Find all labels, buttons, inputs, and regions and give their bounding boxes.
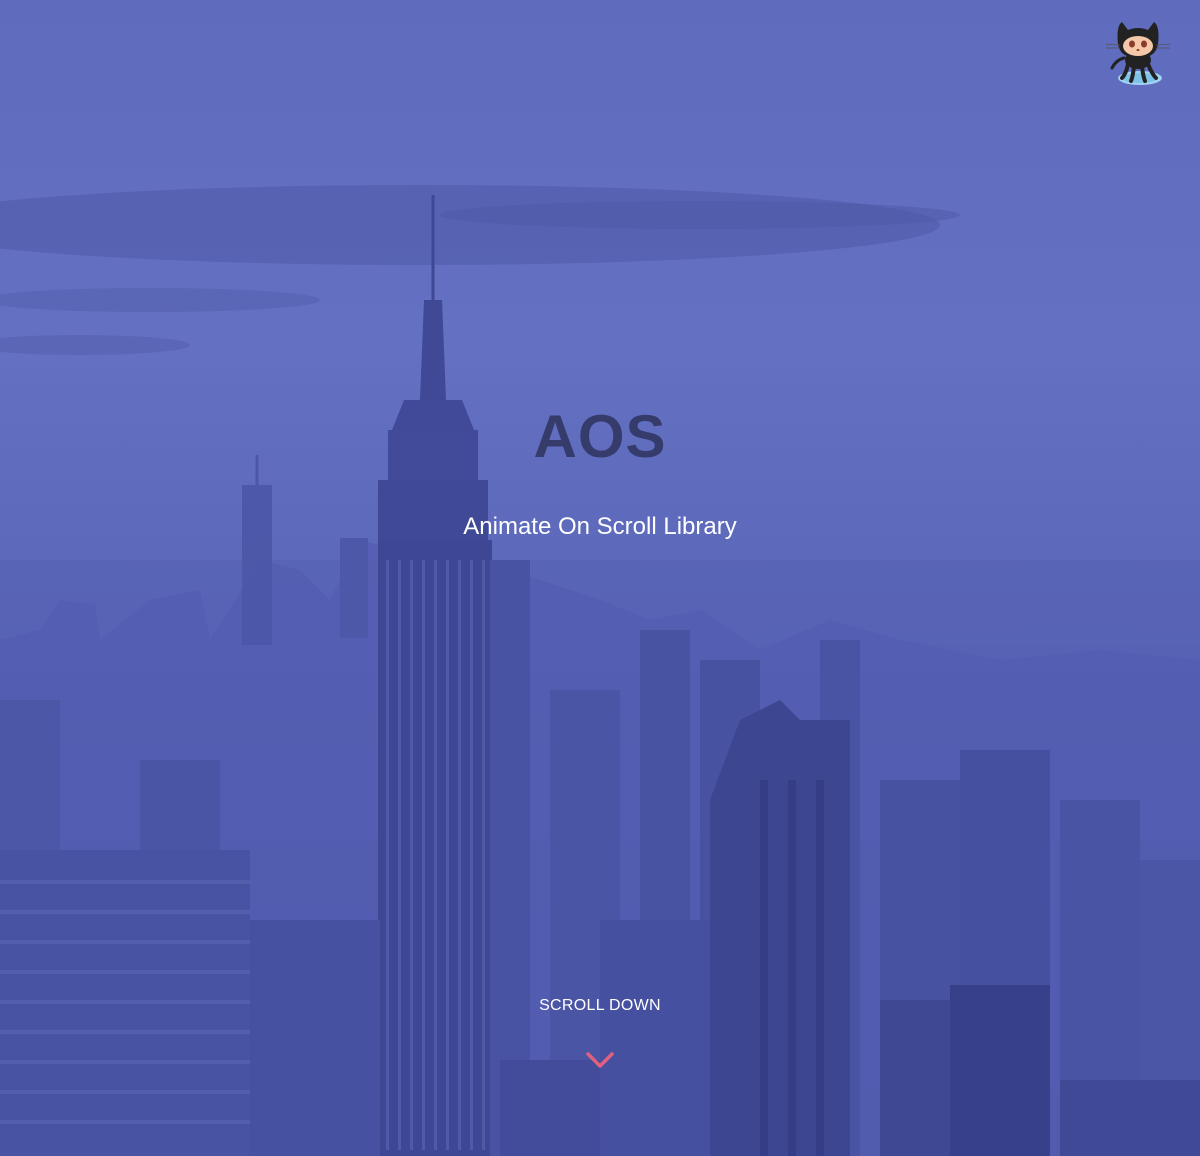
page-title: AOS [533,403,667,470]
city-skyline-background [0,185,1200,1156]
octocat-icon [1105,22,1171,85]
chevron-down-icon [586,1052,614,1068]
scroll-down-link[interactable]: SCROLL DOWN [500,996,700,1016]
github-link[interactable] [1098,14,1178,90]
hero-section: AOS Animate On Scroll Library SCROLL DOW… [0,0,1200,1156]
page-subtitle: Animate On Scroll Library [463,513,737,540]
scroll-down-button[interactable] [584,1048,616,1072]
